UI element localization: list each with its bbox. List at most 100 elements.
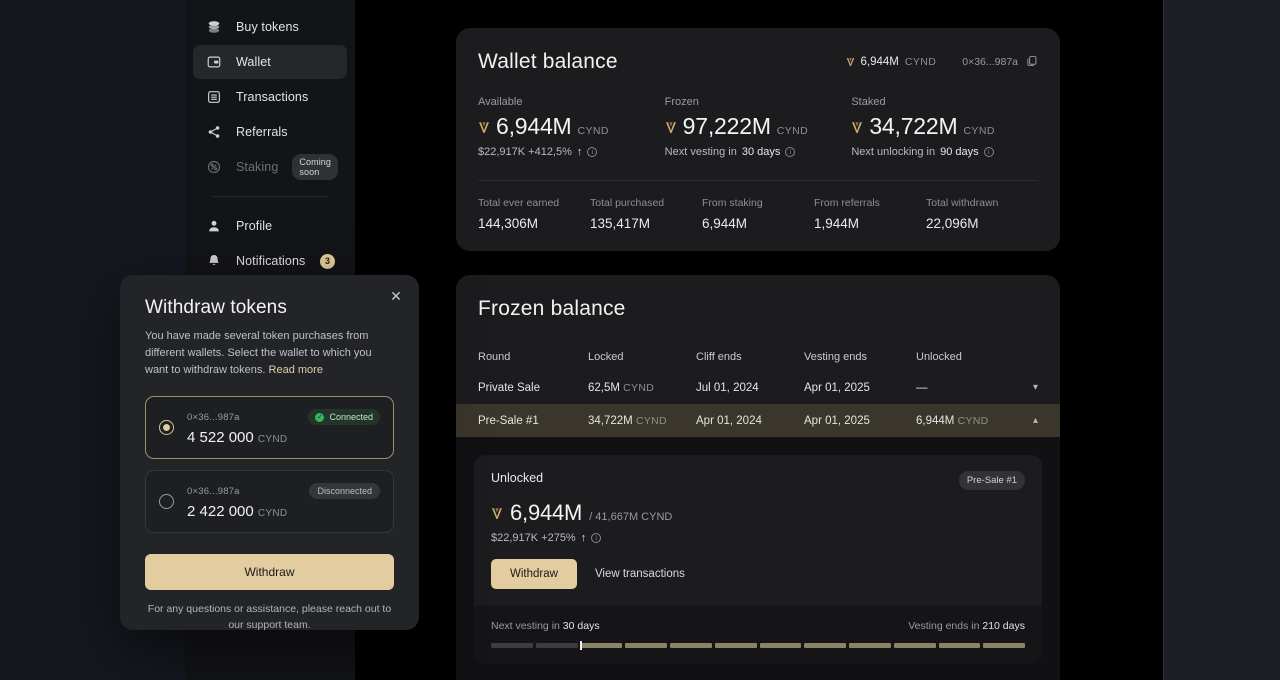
- wallet-option[interactable]: 0×36...987a Disconnected 2 422 000 CYND: [145, 470, 394, 534]
- status-badge-label: Connected: [329, 412, 373, 423]
- modal-description: You have made several token purchases fr…: [145, 328, 394, 379]
- cell-unlocked-value: —: [916, 381, 928, 394]
- trend-up-icon: ↑: [580, 532, 587, 544]
- copy-icon[interactable]: [1026, 55, 1038, 70]
- column-header-round: Round: [478, 351, 511, 363]
- wallet-address[interactable]: 0×36...987a: [962, 55, 1038, 70]
- unlocked-panel-top: Unlocked Pre-Sale #1 6,944M / 41,667M CY…: [474, 455, 1042, 606]
- radio-button[interactable]: [159, 494, 174, 510]
- modal-withdraw-button[interactable]: Withdraw: [145, 554, 394, 591]
- stat-label: Available: [478, 96, 523, 108]
- cell-cliff-ends: Jul 01, 2024: [696, 381, 759, 394]
- unlocked-panel-header: Unlocked Pre-Sale #1: [491, 471, 1025, 490]
- wallet-stats: Available 6,944M CYND $22,917K +412,5% ↑…: [478, 96, 1038, 158]
- frozen-table: Round Locked Cliff ends Vesting ends Unl…: [456, 343, 1060, 680]
- sidebar-item-wallet[interactable]: Wallet: [193, 45, 347, 79]
- withdraw-button[interactable]: Withdraw: [491, 559, 577, 589]
- read-more-link[interactable]: Read more: [269, 364, 323, 376]
- chevron-down-icon[interactable]: ▾: [1024, 382, 1038, 393]
- chevron-up-icon[interactable]: ▴: [1024, 415, 1038, 426]
- stat-subtext: Next vesting in 30 days i: [665, 146, 852, 158]
- modal-description-text: You have made several token purchases fr…: [145, 330, 372, 377]
- column-header-vesting-ends: Vesting ends: [804, 351, 867, 363]
- vesting-labels: Next vesting in 30 days Vesting ends in …: [491, 620, 1025, 632]
- stat-frozen: Frozen 97,222M CYND Next vesting in 30 d…: [665, 96, 852, 158]
- next-vesting-label: Next vesting in 30 days: [491, 620, 600, 632]
- wallet-card-header: Wallet balance 6,944M CYND 0×36...987a: [478, 50, 1038, 74]
- total-value: 6,944M: [702, 216, 748, 231]
- progress-segment: [983, 643, 1025, 648]
- cell-locked-unit: CYND: [623, 381, 655, 394]
- sidebar-item-profile[interactable]: Profile: [193, 209, 347, 243]
- wallet-balance-card: Wallet balance 6,944M CYND 0×36...987a A…: [456, 28, 1060, 251]
- stat-label: Frozen: [664, 96, 699, 108]
- unlocked-actions: Withdraw View transactions: [491, 559, 1025, 589]
- progress-segment: [893, 643, 936, 648]
- table-row[interactable]: Pre-Sale #1 34,722M CYND Apr 01, 2024 Ap…: [456, 404, 1060, 437]
- close-icon[interactable]: ✕: [387, 287, 405, 305]
- wallet-option-address: 0×36...987a: [187, 485, 240, 497]
- cell-locked-value: 62,5M: [588, 381, 620, 394]
- cell-round: Pre-Sale #1: [478, 414, 539, 427]
- info-icon[interactable]: i: [785, 147, 796, 157]
- cynd-logo-icon: [478, 121, 490, 134]
- wallet-option[interactable]: 0×36...987a ✓ Connected 4 522 000 CYND: [145, 396, 394, 460]
- modal-footer-text: For any questions or assistance, please …: [147, 603, 392, 631]
- cell-locked: 34,722M CYND: [588, 415, 696, 427]
- cell-locked-value: 34,722M: [588, 414, 633, 427]
- trend-up-icon: ↑: [576, 146, 583, 158]
- wallet-option-address: 0×36...987a: [187, 411, 240, 423]
- stat-number: 97,222M: [682, 113, 771, 139]
- sidebar-item-buy-tokens[interactable]: Buy tokens: [193, 10, 347, 44]
- progress-segment: [670, 643, 712, 648]
- cell-locked: 62,5M CYND: [588, 382, 696, 394]
- rail-divider: [1163, 0, 1164, 680]
- sidebar-label-notifications: Notifications: [236, 254, 306, 268]
- progress-segment: [580, 643, 623, 648]
- cell-round: Private Sale: [478, 381, 541, 394]
- stat-available: Available 6,944M CYND $22,917K +412,5% ↑…: [478, 96, 665, 158]
- coins-icon: [205, 19, 222, 36]
- total-value: 22,096M: [926, 216, 979, 231]
- info-icon[interactable]: i: [591, 533, 602, 543]
- wallet-address-text: 0×36...987a: [962, 56, 1018, 68]
- unlocked-title: Unlocked: [491, 471, 544, 485]
- total-withdrawn: Total withdrawn 22,096M: [926, 197, 1038, 231]
- sidebar-label-transactions: Transactions: [236, 90, 309, 104]
- header-balance-value: 6,944M: [860, 56, 899, 68]
- sidebar-item-referrals[interactable]: Referrals: [193, 115, 347, 149]
- view-transactions-link[interactable]: View transactions: [595, 568, 685, 580]
- stat-number: 6,944M: [496, 113, 572, 139]
- stat-value-row: 97,222M CYND: [665, 113, 852, 140]
- stat-unit: CYND: [963, 125, 995, 137]
- progress-segment: [535, 643, 578, 648]
- wallet-option-amount: 4 522 000 CYND: [187, 429, 380, 446]
- total-value: 1,944M: [814, 216, 860, 231]
- wallet-totals: Total ever earned 144,306M Total purchas…: [478, 197, 1038, 231]
- sidebar-item-staking: Staking Coming soon: [193, 150, 347, 184]
- sidebar-item-notifications[interactable]: Notifications 3: [193, 244, 347, 278]
- sidebar-item-transactions[interactable]: Transactions: [193, 80, 347, 114]
- status-badge-connected: ✓ Connected: [308, 409, 380, 426]
- info-icon[interactable]: i: [983, 147, 994, 157]
- radio-button-selected[interactable]: [159, 420, 174, 436]
- info-icon[interactable]: i: [587, 147, 598, 157]
- progress-segment: [759, 643, 802, 648]
- total-label: Total purchased: [590, 197, 665, 209]
- wallet-option-amount-value: 4 522 000: [187, 429, 254, 447]
- cell-unlocked: 6,944M CYND: [916, 415, 1024, 427]
- sidebar-nav-primary: Buy tokens Wallet Transactions Referrals…: [185, 10, 355, 278]
- wallet-option-top: 0×36...987a ✓ Connected: [187, 409, 380, 426]
- list-icon: [205, 89, 222, 106]
- total-from-referrals: From referrals 1,944M: [814, 197, 926, 231]
- table-row[interactable]: Private Sale 62,5M CYND Jul 01, 2024 Apr…: [456, 371, 1060, 404]
- wallet-option-amount-unit: CYND: [257, 508, 288, 520]
- cynd-logo-icon: [846, 57, 855, 67]
- cell-locked-unit: CYND: [635, 414, 667, 427]
- card-divider: [478, 180, 1038, 181]
- cell-unlocked-value: 6,944M: [916, 414, 955, 427]
- vesting-progress-section: Next vesting in 30 days Vesting ends in …: [474, 606, 1042, 664]
- unlocked-fiat: $22,917K +275%: [491, 532, 576, 544]
- modal-title: Withdraw tokens: [145, 297, 287, 318]
- coming-soon-badge: Coming soon: [292, 154, 339, 180]
